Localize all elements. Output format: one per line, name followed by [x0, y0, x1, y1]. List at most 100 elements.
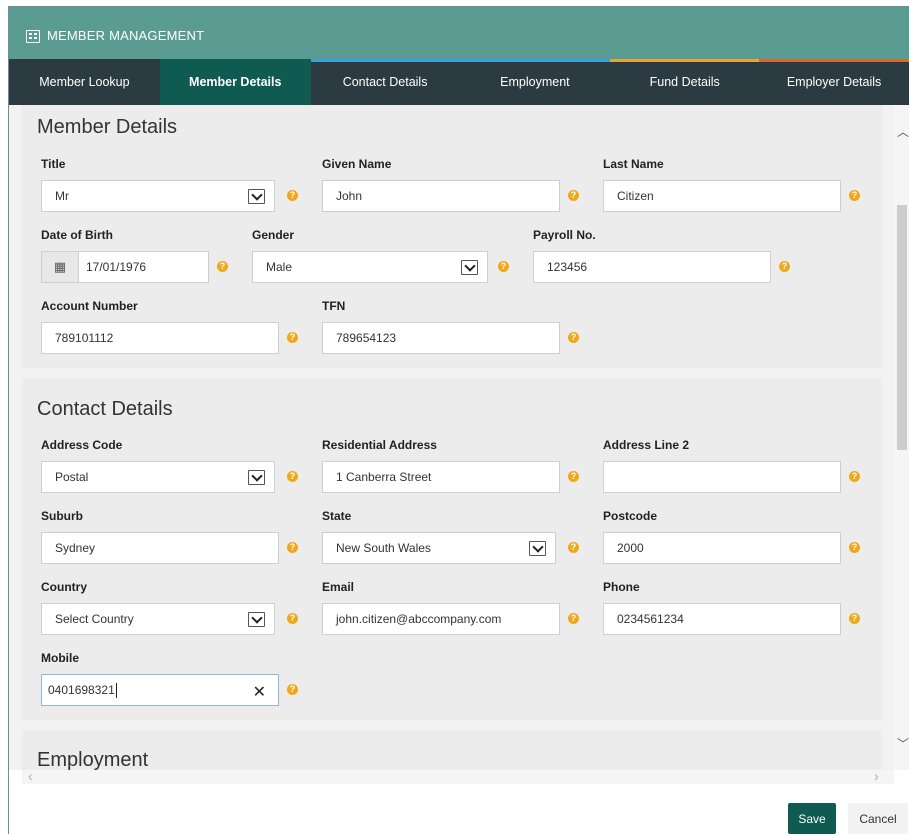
horizontal-scrollbar[interactable]: ‹ › [22, 768, 894, 784]
last-name-label: Last Name [603, 157, 664, 171]
help-icon[interactable]: ? [287, 471, 298, 482]
state-select[interactable]: New South Wales [322, 532, 556, 564]
mobile-field[interactable]: 0401698321 ✕ [41, 674, 279, 706]
help-icon[interactable]: ? [568, 542, 579, 553]
chevron-down-icon[interactable]: ﹀ [897, 735, 909, 752]
account-number-field[interactable]: 789101112 [41, 322, 279, 354]
last-name-value: Citizen [617, 189, 654, 203]
tab-employer-details[interactable]: Employer Details [759, 59, 909, 105]
suburb-label: Suburb [41, 509, 83, 523]
tab-label: Employer Details [786, 75, 882, 89]
section-title-employment: Employment [37, 749, 149, 770]
state-value: New South Wales [336, 541, 431, 555]
payroll-label: Payroll No. [533, 228, 596, 242]
tfn-value: 789654123 [336, 331, 397, 345]
text-caret [115, 682, 117, 698]
help-icon[interactable]: ? [779, 261, 790, 272]
mobile-label: Mobile [41, 651, 79, 665]
tab-member-lookup[interactable]: Member Lookup [9, 59, 160, 105]
tab-label: Contact Details [342, 75, 428, 89]
help-icon[interactable]: ? [849, 613, 860, 624]
save-button[interactable]: Save [788, 803, 836, 834]
address-line-2-label: Address Line 2 [603, 438, 690, 452]
section-title-contact-details: Contact Details [37, 398, 173, 420]
help-icon[interactable]: ? [568, 190, 579, 201]
tfn-label: TFN [322, 299, 346, 313]
help-icon[interactable]: ? [287, 684, 298, 695]
last-name-field[interactable]: Citizen [603, 180, 841, 212]
tab-label: Fund Details [649, 75, 720, 89]
postcode-label: Postcode [603, 509, 658, 523]
dob-value: 17/01/1976 [86, 260, 147, 274]
employment-panel [22, 730, 882, 770]
dob-field[interactable]: 17/01/1976 [78, 251, 209, 283]
help-icon[interactable]: ? [568, 332, 579, 343]
chevron-left-icon[interactable]: ‹ [28, 768, 33, 784]
help-icon[interactable]: ? [568, 613, 579, 624]
account-number-value: 789101112 [55, 331, 114, 345]
tfn-field[interactable]: 789654123 [322, 322, 560, 354]
help-icon[interactable]: ? [287, 190, 298, 201]
mobile-value: 0401698321 [48, 683, 115, 697]
country-select[interactable]: Select Country [41, 603, 275, 635]
help-icon[interactable]: ? [849, 190, 860, 201]
section-title-member-details: Member Details [37, 116, 178, 138]
clear-icon[interactable]: ✕ [253, 682, 266, 702]
address-code-select[interactable]: Postal [41, 461, 275, 493]
tab-fund-details[interactable]: Fund Details [610, 59, 760, 105]
country-value: Select Country [55, 612, 134, 626]
address-line-2-field[interactable] [603, 461, 841, 493]
chevron-right-icon[interactable]: › [874, 768, 879, 784]
tab-label: Member Lookup [39, 75, 130, 89]
gender-select[interactable]: Male [252, 251, 488, 283]
payroll-value: 123456 [547, 260, 588, 274]
email-label: Email [322, 580, 355, 594]
postcode-field[interactable]: 2000 [603, 532, 841, 564]
postcode-value: 2000 [617, 541, 644, 555]
footer: Save Cancel [9, 784, 909, 834]
dob-label: Date of Birth [41, 228, 113, 242]
member-management-window: MEMBER MANAGEMENT Member Lookup Member D… [8, 6, 909, 834]
phone-value: 0234561234 [617, 612, 684, 626]
help-icon[interactable]: ? [498, 261, 509, 272]
tab-contact-details[interactable]: Contact Details [310, 59, 460, 105]
scrollbar-thumb[interactable] [897, 205, 907, 450]
state-label: State [322, 509, 352, 523]
tab-label: Employment [500, 75, 570, 89]
suburb-field[interactable]: Sydney [41, 532, 279, 564]
grid-icon [26, 30, 40, 43]
payroll-field[interactable]: 123456 [533, 251, 771, 283]
gender-value: Male [266, 260, 293, 274]
chevron-down-icon [461, 260, 478, 275]
vertical-scrollbar[interactable]: ︿ ﹀ [894, 105, 909, 770]
given-name-field[interactable]: John [322, 180, 560, 212]
help-icon[interactable]: ? [287, 542, 298, 553]
help-icon[interactable]: ? [287, 613, 298, 624]
chevron-down-icon [529, 541, 546, 556]
email-value: john.citizen@abccompany.com [336, 612, 502, 626]
chevron-down-icon [248, 612, 265, 627]
window-header: MEMBER MANAGEMENT [9, 7, 909, 59]
residential-address-field[interactable]: 1 Canberra Street [322, 461, 560, 493]
help-icon[interactable]: ? [568, 471, 579, 482]
cancel-button[interactable]: Cancel [848, 803, 908, 834]
chevron-down-icon [248, 189, 265, 204]
email-field[interactable]: john.citizen@abccompany.com [322, 603, 560, 635]
title-label: Title [41, 157, 66, 171]
residential-address-value: 1 Canberra Street [336, 470, 432, 484]
phone-field[interactable]: 0234561234 [603, 603, 841, 635]
given-name-value: John [336, 189, 363, 203]
address-code-label: Address Code [41, 438, 123, 452]
calendar-icon[interactable]: ▦ [41, 251, 78, 283]
help-icon[interactable]: ? [849, 471, 860, 482]
help-icon[interactable]: ? [849, 542, 860, 553]
title-select[interactable]: Mr [41, 180, 275, 212]
help-icon[interactable]: ? [217, 261, 228, 272]
chevron-up-icon[interactable]: ︿ [897, 123, 909, 140]
tab-label: Member Details [189, 75, 282, 89]
chevron-down-icon [248, 470, 265, 485]
tab-member-details[interactable]: Member Details [159, 59, 311, 105]
help-icon[interactable]: ? [287, 332, 298, 343]
country-label: Country [41, 580, 87, 594]
tab-employment[interactable]: Employment [459, 59, 611, 105]
